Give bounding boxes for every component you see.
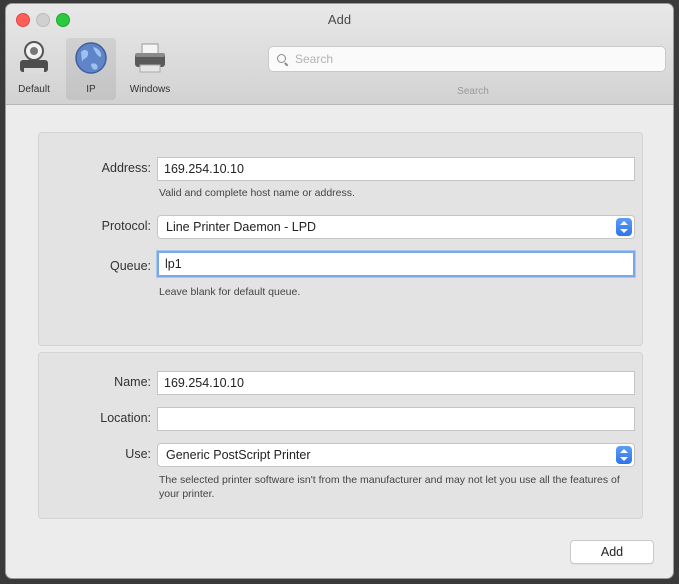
use-label: Use: [125,447,151,461]
search-caption: Search [457,86,489,97]
address-label: Address: [101,161,151,175]
use-select[interactable]: Generic PostScript Printer [157,443,635,467]
add-printer-window: Add Default IP Windows Search Search Add… [6,4,673,578]
toolbar-item-label: IP [86,84,96,95]
toolbar-item-default[interactable]: Default [10,38,58,100]
search-icon [277,53,288,65]
queue-input[interactable] [157,251,635,277]
protocol-value: Line Printer Daemon - LPD [166,220,317,234]
toolbar-item-ip[interactable]: IP [66,38,116,100]
queue-label: Queue: [109,259,151,273]
address-hint: Valid and complete host name or address. [159,187,355,199]
default-printer-icon [14,38,54,78]
location-label: Location: [100,411,151,425]
add-button[interactable]: Add [570,540,654,564]
toolbar-item-windows[interactable]: Windows [122,38,178,100]
use-hint: The selected printer software isn't from… [159,474,620,500]
search-field[interactable] [268,46,666,72]
protocol-label: Protocol: [101,219,151,233]
globe-icon [71,38,111,78]
protocol-select[interactable]: Line Printer Daemon - LPD [157,215,635,239]
search-input[interactable] [293,51,637,67]
window-title: Add [327,12,352,27]
windows-printer-icon [130,38,170,78]
name-input[interactable] [157,371,635,395]
toolbar: Add Default IP Windows Search Search [6,4,673,105]
address-input[interactable] [157,157,635,181]
printer-details-panel: Name: Location: Use: Generic PostScript … [38,352,643,519]
location-input[interactable] [157,407,635,431]
chevron-updown-icon [616,218,632,236]
queue-hint: Leave blank for default queue. [159,286,301,298]
use-value: Generic PostScript Printer [166,448,311,462]
connection-panel: Address: Valid and complete host name or… [38,132,643,346]
chevron-updown-icon [616,446,632,464]
toolbar-item-label: Default [18,84,50,95]
toolbar-item-label: Windows [129,84,171,95]
name-label: Name: [114,375,151,389]
